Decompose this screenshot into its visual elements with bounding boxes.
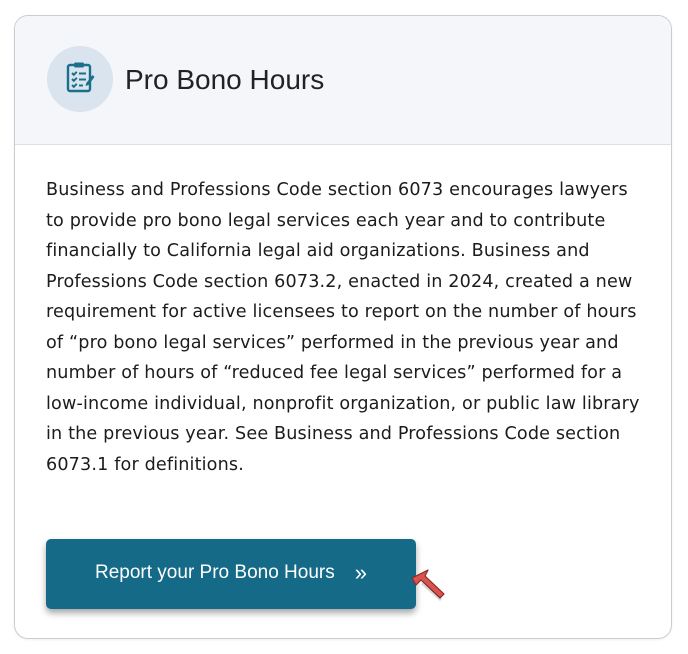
pro-bono-card: Pro Bono Hours Business and Professions … xyxy=(14,15,672,639)
card-title: Pro Bono Hours xyxy=(125,64,325,95)
card-header: Pro Bono Hours xyxy=(15,16,671,145)
pointer-cursor-icon xyxy=(408,566,452,606)
icon-circle xyxy=(47,46,113,112)
double-chevron-right-icon: » xyxy=(354,560,367,585)
report-pro-bono-hours-button[interactable]: Report your Pro Bono Hours » xyxy=(46,539,416,609)
clipboard-checklist-icon xyxy=(65,61,95,98)
card-description: Business and Professions Code section 60… xyxy=(46,180,640,475)
report-button-label: Report your Pro Bono Hours xyxy=(95,562,335,583)
